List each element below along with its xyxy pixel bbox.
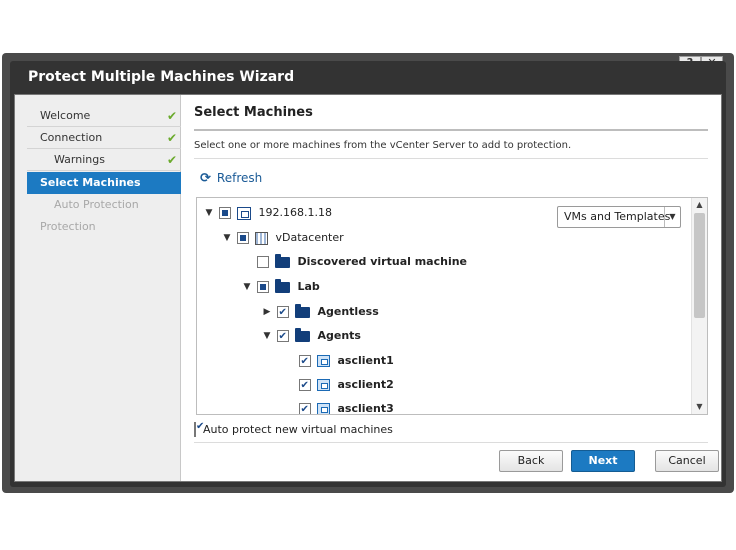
host-icon	[237, 206, 251, 220]
wizard-steps-nav: Welcome ✔ Connection ✔ Warnings ✔ Select…	[15, 95, 181, 481]
main-content: Select Machines Select one or more machi…	[194, 95, 721, 481]
tree-node-label: asclient1	[337, 354, 394, 367]
step-label: Connection	[40, 131, 103, 144]
auto-protect-option[interactable]: Auto protect new virtual machines	[194, 422, 393, 438]
tree-node-vm[interactable]: asclient3	[283, 399, 394, 415]
wizard-frame: ? ✕ Protect Multiple Machines Wizard Wel…	[2, 53, 734, 493]
tree-node-label: Agentless	[317, 305, 379, 318]
vm-icon	[317, 403, 330, 414]
collapse-icon[interactable]: ▼	[203, 203, 215, 223]
tree-checkbox[interactable]	[298, 352, 311, 372]
folder-icon	[275, 253, 290, 268]
footer-divider	[194, 442, 708, 443]
refresh-label: Refresh	[216, 171, 263, 185]
step-connection[interactable]: Connection ✔	[27, 127, 181, 149]
tree-node-discovered[interactable]: Discovered virtual machine	[241, 252, 467, 272]
step-warnings[interactable]: Warnings ✔	[27, 149, 181, 171]
scroll-thumb[interactable]	[694, 213, 705, 318]
heading-divider	[194, 129, 708, 131]
collapse-icon[interactable]: ▼	[221, 228, 233, 248]
refresh-button[interactable]: ⟳ Refresh	[200, 169, 262, 187]
folder-icon	[275, 278, 290, 293]
step-label: Auto Protection	[54, 198, 139, 211]
tree-node-agentless[interactable]: ▶ Agentless	[261, 302, 379, 323]
divider	[194, 158, 708, 159]
check-icon: ✔	[166, 153, 177, 167]
expand-icon[interactable]: ▶	[261, 302, 273, 322]
scroll-up-icon[interactable]: ▲	[692, 198, 707, 212]
step-select-machines[interactable]: Select Machines	[27, 172, 181, 194]
page-title: Select Machines	[194, 105, 313, 120]
refresh-icon: ⟳	[200, 171, 211, 186]
vm-icon	[317, 355, 330, 367]
tree-node-label: Lab	[297, 280, 320, 293]
tree-checkbox[interactable]	[236, 232, 249, 244]
tree-node-label: asclient2	[337, 378, 394, 391]
step-label: Select Machines	[40, 176, 141, 189]
auto-protect-checkbox[interactable]	[194, 422, 196, 437]
machine-tree[interactable]: ▼ 192.168.1.18 ▼ vDatacenter Discovered …	[196, 197, 708, 415]
tree-node-label: 192.168.1.18	[258, 206, 332, 219]
tree-node-label: vDatacenter	[275, 231, 344, 244]
tree-node-vm[interactable]: asclient2	[283, 375, 394, 396]
back-button[interactable]: Back	[499, 450, 563, 472]
folder-icon	[295, 327, 310, 342]
collapse-icon[interactable]: ▼	[241, 277, 253, 297]
next-button[interactable]: Next	[571, 450, 635, 472]
scroll-down-icon[interactable]: ▼	[692, 400, 707, 414]
auto-protect-label: Auto protect new virtual machines	[203, 423, 393, 436]
tree-checkbox[interactable]	[256, 281, 269, 293]
wizard-panel: Welcome ✔ Connection ✔ Warnings ✔ Select…	[14, 94, 722, 482]
tree-checkbox[interactable]	[256, 256, 269, 268]
tree-node-agents[interactable]: ▼ Agents	[261, 326, 361, 347]
cancel-button[interactable]: Cancel	[655, 450, 719, 472]
collapse-icon[interactable]: ▼	[261, 326, 273, 346]
view-filter-value: VMs and Templates	[564, 210, 671, 223]
tree-checkbox[interactable]	[276, 303, 289, 323]
tree-node-vm[interactable]: asclient1	[283, 351, 394, 372]
step-label: Warnings	[54, 153, 105, 166]
step-label: Welcome	[40, 109, 91, 122]
tree-node-host[interactable]: ▼ 192.168.1.18	[203, 203, 332, 223]
tree-node-label: Agents	[317, 329, 361, 342]
step-welcome[interactable]: Welcome ✔	[27, 105, 181, 127]
step-label: Protection	[40, 220, 96, 233]
tree-node-label: Discovered virtual machine	[297, 255, 468, 268]
step-auto-protection: Auto Protection	[27, 194, 181, 216]
tree-node-lab[interactable]: ▼ Lab	[241, 277, 320, 297]
tree-node-datacenter[interactable]: ▼ vDatacenter	[221, 228, 344, 248]
tree-node-label: asclient3	[337, 402, 394, 415]
tree-checkbox[interactable]	[298, 400, 311, 414]
tree-checkbox[interactable]	[298, 376, 311, 396]
view-filter-select[interactable]: VMs and Templates ▼	[557, 206, 681, 228]
folder-icon	[295, 303, 310, 318]
check-icon: ✔	[166, 131, 177, 145]
step-protection: Protection	[27, 216, 181, 238]
window-title: Protect Multiple Machines Wizard	[28, 69, 295, 85]
datacenter-icon	[255, 231, 268, 245]
check-icon: ✔	[166, 109, 177, 123]
tree-checkbox[interactable]	[276, 327, 289, 347]
tree-scrollbar[interactable]: ▲ ▼	[691, 198, 707, 414]
tree-checkbox[interactable]	[218, 207, 231, 219]
vm-icon	[317, 379, 330, 391]
chevron-down-icon[interactable]: ▼	[664, 207, 680, 227]
page-description: Select one or more machines from the vCe…	[194, 140, 572, 151]
wizard-window: Protect Multiple Machines Wizard Welcome…	[10, 61, 726, 487]
